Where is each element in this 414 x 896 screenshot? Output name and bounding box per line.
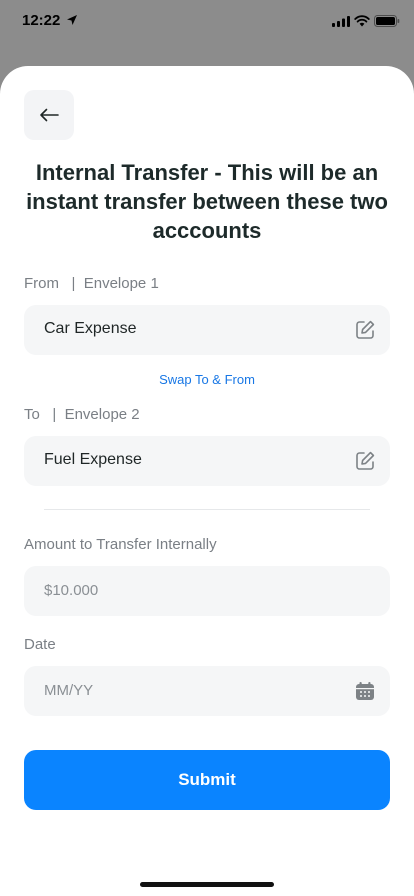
home-indicator [140, 882, 274, 887]
edit-icon[interactable] [354, 450, 376, 472]
amount-label: Amount to Transfer Internally [24, 536, 217, 553]
date-input[interactable]: MM/YY [24, 666, 390, 716]
location-arrow-icon [67, 15, 77, 25]
page-title: Internal Transfer - This will be an inst… [26, 160, 388, 243]
amount-input[interactable]: $10.000 [24, 566, 390, 616]
battery-icon [374, 15, 400, 27]
calendar-icon[interactable] [354, 680, 376, 702]
to-label: To | Envelope 2 [24, 406, 140, 423]
back-button[interactable] [24, 90, 74, 140]
from-envelope-field[interactable]: Car Expense [24, 305, 390, 355]
submit-button[interactable]: Submit [24, 750, 390, 810]
status-time: 12:22 [22, 12, 61, 29]
cellular-signal-icon [332, 16, 350, 27]
status-bar: 12:22 [0, 0, 414, 46]
swap-to-from-link[interactable]: Swap To & From [0, 372, 414, 387]
edit-icon[interactable] [354, 319, 376, 341]
from-label: From | Envelope 1 [24, 275, 159, 292]
transfer-sheet: Internal Transfer - This will be an inst… [0, 66, 414, 896]
wifi-icon [354, 15, 370, 27]
to-envelope-value: Fuel Expense [44, 451, 142, 468]
section-divider [44, 509, 370, 510]
amount-placeholder: $10.000 [44, 582, 99, 599]
to-envelope-field[interactable]: Fuel Expense [24, 436, 390, 486]
date-label: Date [24, 636, 56, 653]
from-envelope-value: Car Expense [44, 320, 137, 337]
date-placeholder: MM/YY [44, 682, 94, 699]
arrow-left-icon [40, 108, 59, 122]
